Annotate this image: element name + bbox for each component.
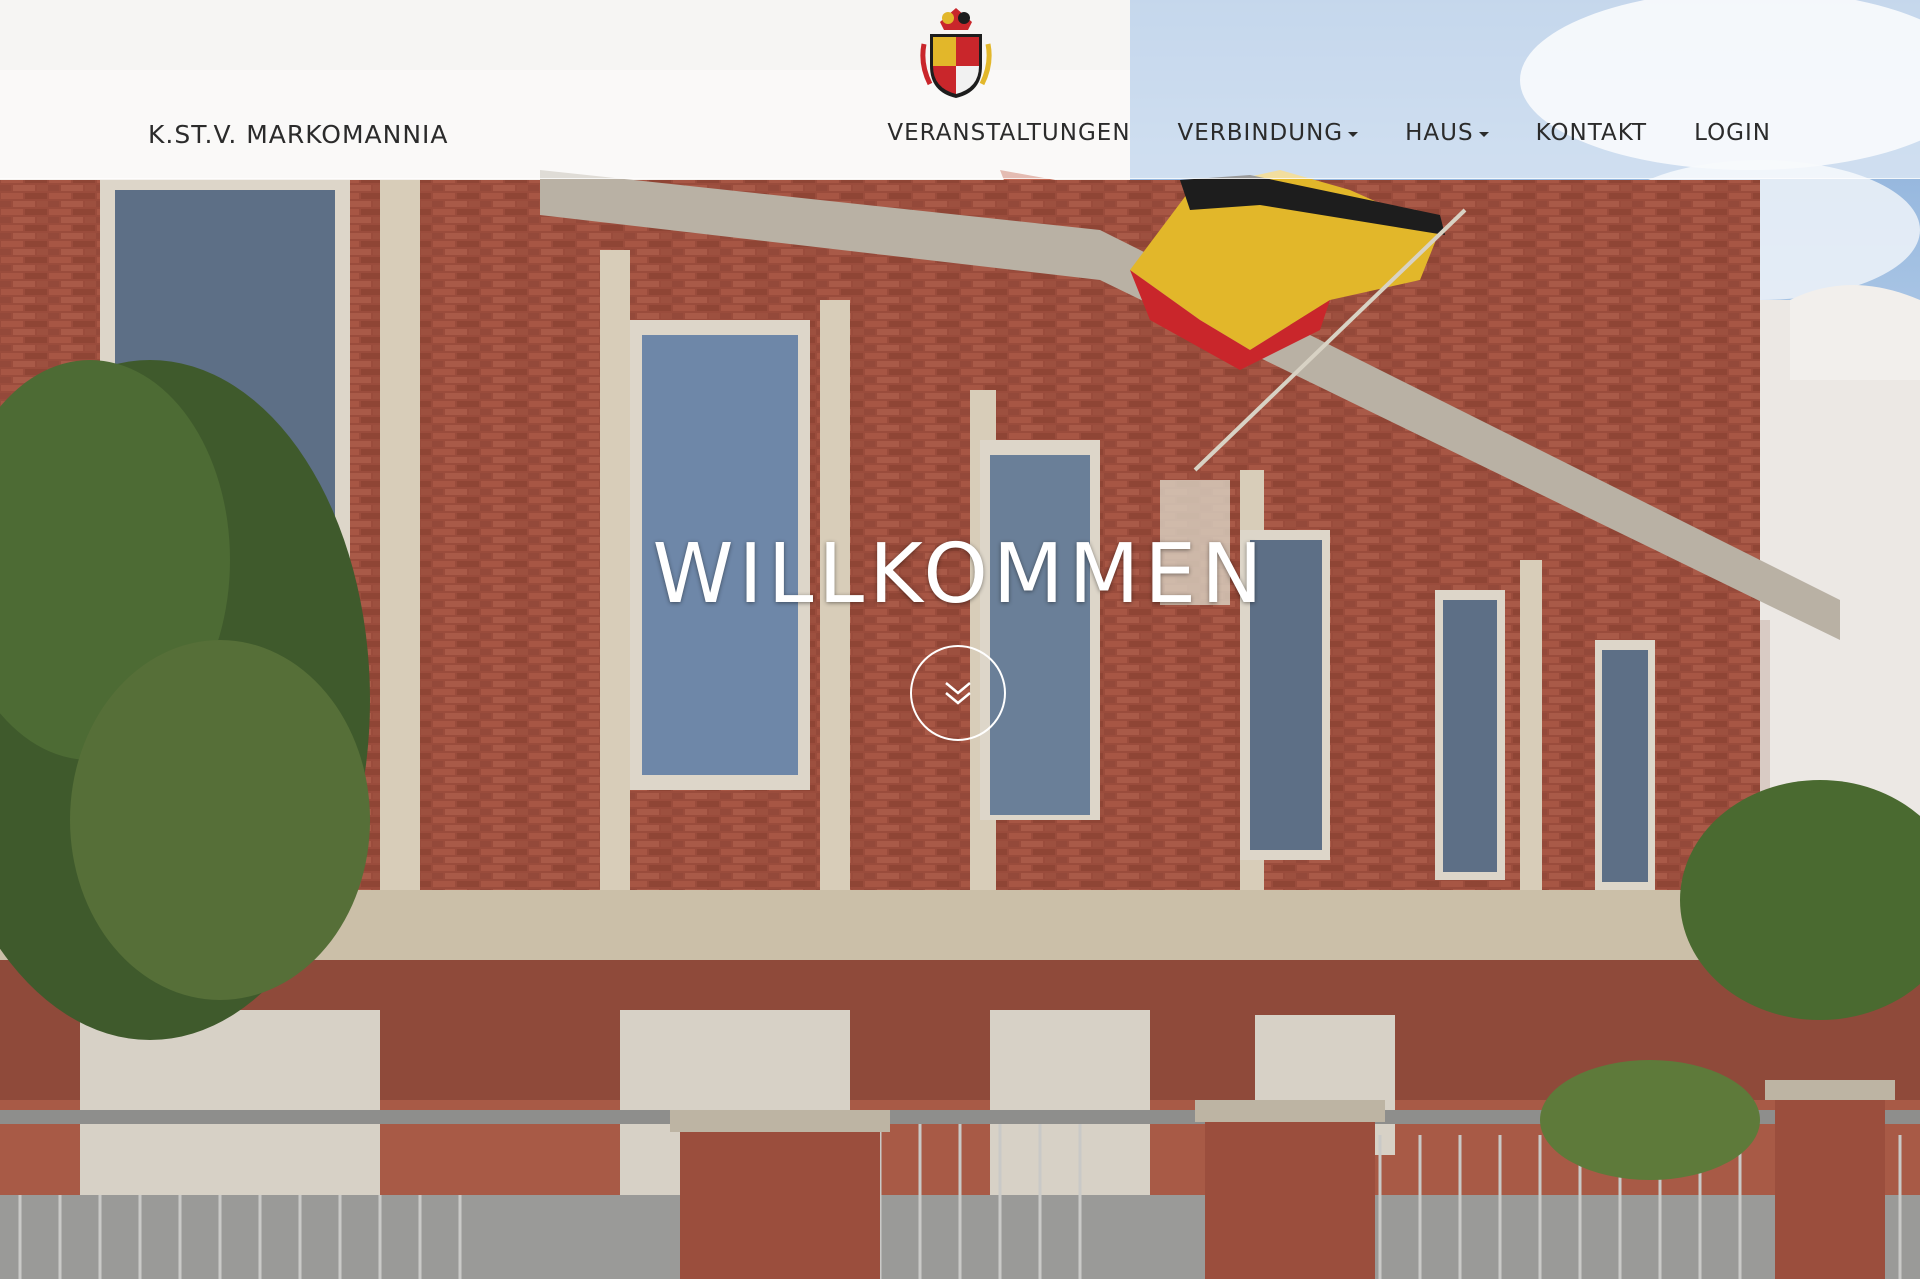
hero-section: K.ST.V. MARKOMANNIA VERANSTALTUNGEN VERB… xyxy=(0,0,1920,1279)
menu-item-verbindung[interactable]: VERBINDUNG xyxy=(1178,120,1359,146)
menu-item-label: KONTAKT xyxy=(1535,120,1648,146)
menu-item-kontakt[interactable]: KONTAKT xyxy=(1536,120,1647,146)
menu-item-label: VERBINDUNG xyxy=(1177,120,1344,146)
menu-item-label: VERANSTALTUNGEN xyxy=(887,120,1131,146)
menu-item-label: LOGIN xyxy=(1694,120,1771,146)
hero-title: WILLKOMMEN xyxy=(652,527,1268,622)
brand-link[interactable]: K.ST.V. MARKOMANNIA xyxy=(148,120,449,149)
house-facade-photo xyxy=(0,0,1920,1279)
scroll-down-button[interactable] xyxy=(910,645,1006,741)
menu-item-haus[interactable]: HAUS xyxy=(1405,120,1489,146)
menu-item-veranstaltungen[interactable]: VERANSTALTUNGEN xyxy=(887,120,1130,146)
caret-down-icon xyxy=(1348,132,1359,137)
caret-down-icon xyxy=(1478,132,1489,137)
double-chevron-down-icon xyxy=(945,682,971,705)
top-navbar: K.ST.V. MARKOMANNIA VERANSTALTUNGEN VERB… xyxy=(0,0,1920,179)
menu-item-login[interactable]: LOGIN xyxy=(1694,120,1771,146)
menu-item-label: HAUS xyxy=(1405,120,1474,146)
crest-logo-icon[interactable] xyxy=(920,4,992,100)
main-menu: VERANSTALTUNGEN VERBINDUNG HAUS KONTAKT … xyxy=(840,120,1771,146)
